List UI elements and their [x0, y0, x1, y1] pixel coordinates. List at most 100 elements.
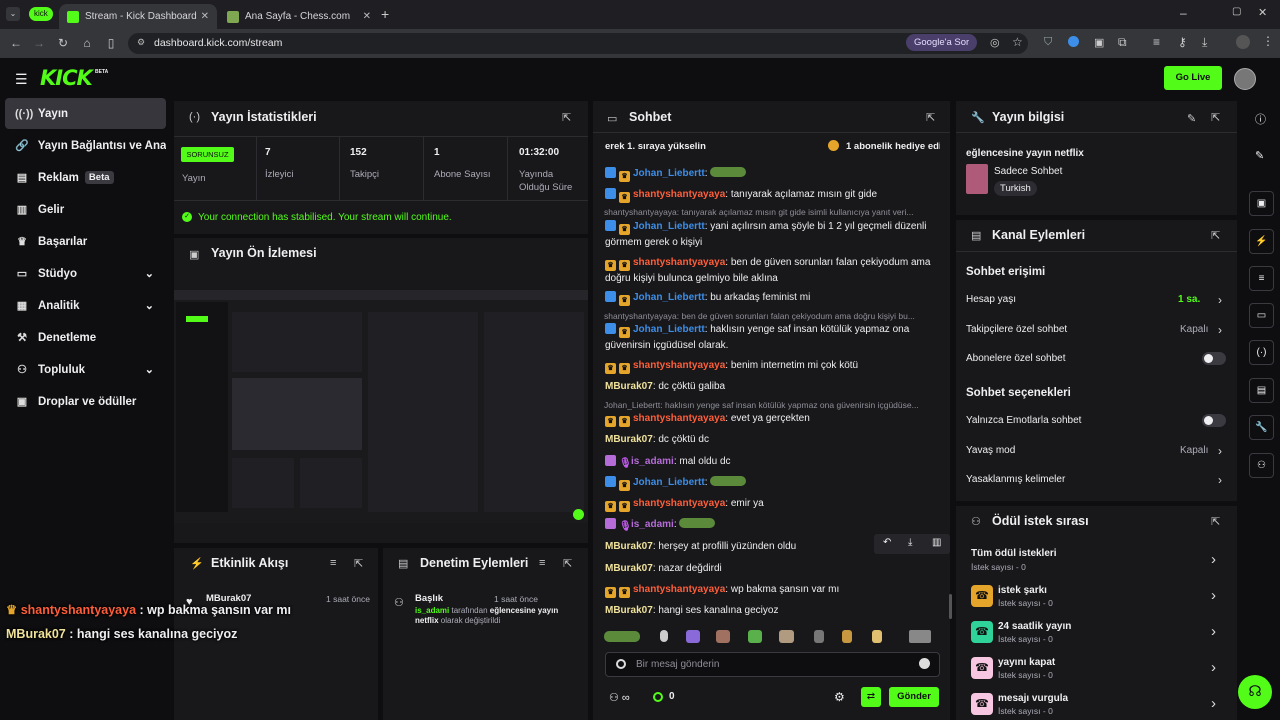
new-tab-icon[interactable]: +	[381, 6, 389, 22]
forward-icon[interactable]: →	[31, 35, 47, 51]
home-icon[interactable]: ⌂	[79, 35, 95, 51]
language-tag[interactable]: Turkish	[994, 181, 1037, 196]
emote[interactable]	[716, 630, 730, 643]
chat-input-box[interactable]: Bir mesaj gönderin	[605, 652, 940, 677]
filter-icon[interactable]: ≡	[539, 557, 545, 569]
emote[interactable]	[686, 630, 700, 643]
chat-username[interactable]: Johan_Liebertt	[633, 168, 705, 179]
reply-context[interactable]: Johan_Liebertt: haklısın yenge saf insan…	[604, 400, 944, 410]
emote[interactable]	[872, 630, 882, 643]
rail-preview-icon[interactable]: ▣	[1249, 191, 1274, 216]
user-avatar[interactable]	[1234, 68, 1256, 90]
rail-wrench-icon[interactable]: 🔧	[1249, 415, 1274, 440]
help-chat-icon[interactable]: ☊	[1238, 675, 1272, 709]
emote[interactable]	[660, 630, 668, 642]
rail-chat-icon[interactable]: ▭	[1249, 303, 1274, 328]
reply-icon[interactable]: ↶	[883, 537, 891, 548]
chat-scrollbar[interactable]	[949, 594, 952, 619]
chevron-right-icon[interactable]: ›	[1218, 473, 1222, 487]
chat-username[interactable]: shantyshantyayaya	[633, 257, 725, 268]
chevron-right-icon[interactable]: ›	[1218, 444, 1222, 458]
sidebar-item-studyo[interactable]: ▭ Stüdyo ⌄	[5, 258, 166, 289]
chat-message[interactable]: MBurak07: dc çöktü galiba	[605, 379, 945, 394]
chat-username[interactable]: Johan_Liebertt	[633, 221, 705, 232]
chevron-right-icon[interactable]: ›	[1211, 587, 1216, 604]
sidepanel-icon[interactable]: ▯	[103, 35, 119, 51]
rail-lightning-icon[interactable]: ⚡	[1249, 229, 1274, 254]
chat-message[interactable]: MBurak07: hangi ses kanalına geciyoz	[605, 603, 945, 618]
bookmark-star-icon[interactable]: ☆	[1012, 35, 1023, 49]
emote[interactable]	[842, 630, 852, 643]
popout-icon[interactable]: ⇱	[562, 111, 571, 124]
close-icon[interactable]: ✕	[201, 11, 209, 22]
sidebar-item-droplar[interactable]: ▣ Droplar ve ödüller	[5, 386, 166, 417]
chat-message[interactable]: ♛ ♛ shantyshantyayaya: evet ya gerçekten	[605, 411, 945, 427]
all-rewards-label[interactable]: Tüm ödül istekleri	[971, 548, 1057, 559]
reply-context[interactable]: shantyshantyayaya: ben de güven sorunlar…	[604, 311, 944, 321]
kick-logo[interactable]: KICK	[40, 66, 93, 90]
shield-extension-icon[interactable]: ⛉	[1044, 36, 1052, 49]
slow-mode-value[interactable]: Kapalı	[1180, 445, 1208, 456]
profile-group-chip[interactable]: kick	[29, 7, 53, 21]
sidebar-item-yayin[interactable]: ((·)) Yayın	[5, 98, 166, 129]
emoji-icon[interactable]	[919, 658, 930, 669]
trash-icon[interactable]: ▥	[932, 537, 941, 548]
window-close-icon[interactable]: ✕	[1258, 6, 1267, 19]
rail-list-icon[interactable]: ≡	[1249, 266, 1274, 291]
chat-username[interactable]: is_adami	[631, 456, 674, 467]
eye-off-icon[interactable]: ◎	[990, 36, 1000, 49]
category-name[interactable]: Sadece Sohbet	[994, 166, 1062, 177]
popout-icon[interactable]: ⇱	[1211, 111, 1220, 124]
reading-list-icon[interactable]: ≡	[1153, 35, 1160, 49]
tab-kick-dashboard[interactable]: Stream - Kick Dashboard ✕	[59, 4, 217, 29]
chevron-right-icon[interactable]: ›	[1211, 551, 1216, 568]
popout-icon[interactable]: ⇱	[563, 557, 572, 570]
rail-moderation-icon[interactable]: ▤	[1249, 378, 1274, 403]
emote[interactable]	[909, 630, 931, 643]
filter-icon[interactable]: ≡	[330, 557, 336, 569]
key-icon[interactable]: ⚷	[1178, 35, 1187, 49]
stream-preview-video[interactable]	[174, 290, 588, 523]
sidebar-item-denetleme[interactable]: ⚒ Denetleme	[5, 322, 166, 353]
followers-only-value[interactable]: Kapalı	[1180, 324, 1208, 335]
chat-message[interactable]: ♛ Johan_Liebertt:	[605, 166, 945, 182]
tab-search-icon[interactable]: ⌄	[6, 7, 20, 21]
back-icon[interactable]: ←	[8, 35, 24, 51]
url-field[interactable]: dashboard.kick.com/stream	[128, 33, 1028, 54]
sidebar-item-basarilar[interactable]: ♛ Başarılar	[5, 226, 166, 257]
chat-username[interactable]: shantyshantyayaya	[633, 413, 725, 424]
emote-only-toggle[interactable]	[1202, 414, 1226, 427]
maximize-icon[interactable]: ▢	[1232, 6, 1241, 17]
settings-gear-icon[interactable]: ⚙	[834, 690, 845, 704]
chat-message[interactable]: ♛ Johan_Liebertt: bu arkadaş feminist mi	[605, 290, 945, 306]
popout-icon[interactable]: ⇱	[1211, 515, 1220, 528]
chat-message[interactable]: MBurak07: nazar değdirdi	[605, 561, 945, 576]
emote[interactable]	[814, 630, 824, 643]
chat-username[interactable]: MBurak07	[605, 563, 653, 574]
chat-username[interactable]: Johan_Liebertt	[633, 292, 705, 303]
sidebar-item-reklam[interactable]: ▤ Reklam Beta	[5, 162, 166, 193]
chat-users-icon[interactable]: ⚇ ∞	[609, 691, 630, 704]
reward-label[interactable]: mesajı vurgula	[998, 693, 1068, 704]
chat-username[interactable]: MBurak07	[605, 381, 653, 392]
profile-avatar[interactable]	[1236, 35, 1250, 49]
minimize-icon[interactable]: –	[1180, 6, 1187, 20]
chat-message[interactable]: ♛ shantyshantyayaya: tanıyarak açılamaz m…	[605, 187, 945, 203]
chat-message[interactable]: ♛ ♛ shantyshantyayaya: benim internetim mi…	[605, 358, 945, 374]
rail-broadcast-icon[interactable]: (·)	[1249, 340, 1274, 365]
chat-username[interactable]: is_adami	[631, 519, 674, 530]
chat-username[interactable]: MBurak07	[605, 605, 653, 616]
extension-icon[interactable]	[1068, 36, 1079, 47]
send-button[interactable]: Gönder	[889, 687, 939, 707]
chat-message[interactable]: 🎙is_adami: mal oldu dc	[605, 454, 945, 469]
puzzle-icon[interactable]: ⧉	[1118, 35, 1127, 50]
reload-icon[interactable]: ↻	[55, 35, 71, 51]
emote[interactable]	[748, 630, 762, 643]
rail-rewards-icon[interactable]: ⚇	[1249, 453, 1274, 478]
extension-icon[interactable]: ▣	[1094, 36, 1104, 49]
chat-message[interactable]: ♛ Johan_Liebertt:	[605, 475, 945, 491]
menu-dots-icon[interactable]: ⋮	[1262, 34, 1274, 48]
popout-icon[interactable]: ⇱	[926, 111, 935, 124]
tab-chess[interactable]: Ana Sayfa - Chess.com ✕	[219, 4, 379, 29]
chevron-right-icon[interactable]: ›	[1218, 293, 1222, 307]
